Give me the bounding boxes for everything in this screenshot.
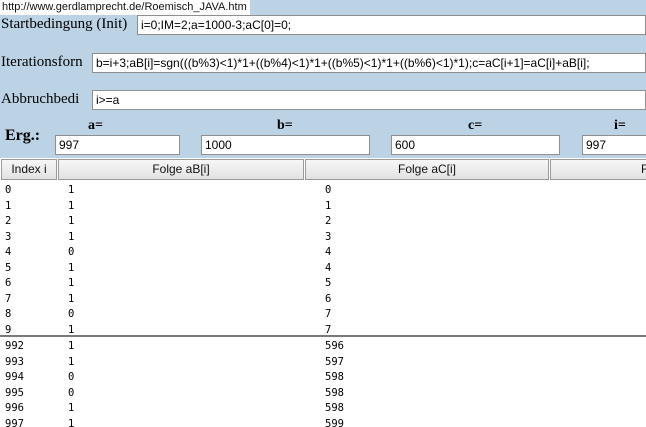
cell-index: 8 [5,308,12,320]
cell-index: 995 [5,386,24,399]
abort-label: Abbruchbedi [1,91,80,107]
page-url: http://www.gerdlamprecht.de/Roemisch_JAV… [0,0,250,15]
table-row: 993 1 597 [0,355,646,371]
cell-index: 1 [5,199,12,212]
table-divider [0,335,646,337]
cell-ab: 1 [68,417,75,427]
cell-ab: 0 [68,246,75,258]
iteration-label: Iterationsforn [1,54,83,70]
cell-index: 992 [5,340,24,352]
result-i-label: i= [614,118,626,133]
table-rows-top: 010111212313404514615716807917 [0,183,646,338]
result-b-field[interactable]: 1000 [201,135,370,155]
iteration-input[interactable]: b=i+3;aB[i]=sgn(((b%3)<1)*1+((b%4)<1)*1+… [92,53,646,73]
result-c-field[interactable]: 600 [391,135,560,155]
table-row: 996 1 598 [0,401,646,417]
result-a-label: a= [88,118,103,133]
header-folge-ac[interactable]: Folge aC[i] [305,159,549,180]
cell-ac: 4 [325,246,332,258]
cell-index: 5 [5,261,12,274]
result-table: Index i Folge aB[i] Folge aC[i] F 010111… [0,158,646,427]
cell-ac: 597 [325,355,344,368]
init-input[interactable]: i=0;IM=2;a=1000-3;aC[0]=0; [137,15,646,35]
cell-ac: 6 [325,292,332,305]
table-rows-bottom: 992 1 596 993 1 597 994 0 598 995 0 598 996 1 598 997 1 5… [0,339,646,427]
cell-index: 993 [5,355,24,368]
cell-ac: 0 [325,184,332,196]
header-extra[interactable]: F [550,159,646,180]
cell-ac: 7 [325,308,332,320]
table-row: 994 0 598 [0,370,646,386]
cell-index: 0 [5,184,12,196]
table-row: 3 1 3 [0,230,646,246]
header-folge-ab[interactable]: Folge aB[i] [58,159,304,180]
cell-index: 997 [5,417,24,427]
cell-ab: 1 [68,261,75,274]
table-row: 4 0 4 [0,245,646,261]
cell-ac: 4 [325,261,332,274]
cell-index: 996 [5,402,24,414]
cell-ac: 598 [325,386,344,399]
result-c-label: c= [468,118,483,133]
cell-ac: 3 [325,230,332,243]
cell-ab: 0 [68,308,75,320]
cell-ab: 1 [68,230,75,243]
cell-ac: 599 [325,417,344,427]
cell-ab: 1 [68,402,75,414]
cell-ac: 598 [325,402,344,414]
cell-ac: 598 [325,371,344,383]
table-row: 2 1 2 [0,214,646,230]
table-row: 997 1 599 [0,417,646,427]
result-i-field[interactable]: 997 [582,135,646,155]
cell-ab: 1 [68,215,75,227]
table-row: 995 0 598 [0,386,646,402]
cell-index: 3 [5,230,12,243]
table-row: 7 1 6 [0,292,646,308]
table-row: 1 1 1 [0,199,646,215]
table-row: 992 1 596 [0,339,646,355]
cell-ab: 0 [68,386,75,399]
result-a-field[interactable]: 997 [55,135,180,155]
cell-ab: 1 [68,277,75,289]
cell-ac: 596 [325,340,344,352]
table-row: 6 1 5 [0,276,646,292]
cell-index: 994 [5,371,24,383]
cell-ab: 1 [68,355,75,368]
cell-index: 7 [5,292,12,305]
header-index[interactable]: Index i [1,159,57,180]
cell-ab: 1 [68,184,75,196]
abort-input[interactable]: i>=a [92,90,646,110]
cell-index: 2 [5,215,12,227]
result-b-label: b= [277,118,293,133]
cell-ab: 0 [68,371,75,383]
cell-ac: 2 [325,215,332,227]
table-row: 0 1 0 [0,183,646,199]
cell-ac: 1 [325,199,332,212]
cell-index: 6 [5,277,12,289]
results-label: Erg.: [5,127,41,144]
init-label: Startbedingung (Init) [1,16,128,32]
cell-ac: 5 [325,277,332,289]
table-row: 5 1 4 [0,261,646,277]
cell-ab: 1 [68,199,75,212]
cell-index: 4 [5,246,12,258]
table-row: 8 0 7 [0,307,646,323]
cell-ab: 1 [68,292,75,305]
cell-ab: 1 [68,340,75,352]
